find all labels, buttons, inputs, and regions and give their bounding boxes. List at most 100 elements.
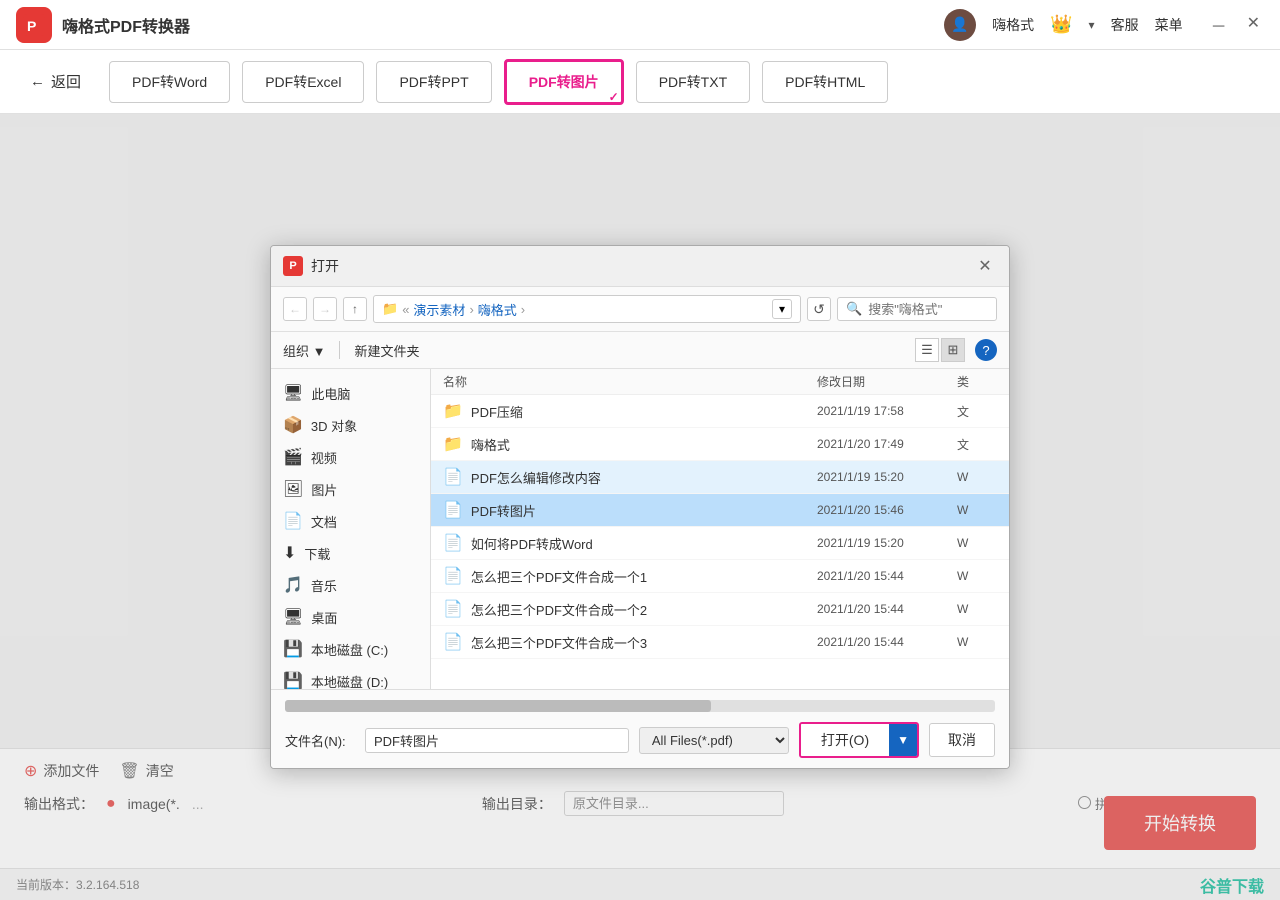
back-button[interactable]: ← 返回 [30,71,81,92]
file-item-pdf_image[interactable]: 📄 PDF转图片 2021/1/20 15:46 W [431,494,1009,527]
titlebar-right: 👤 嗨格式 👑 ▾ 客服 菜单 － ✕ [944,9,1264,41]
open-button-group: 打开(O) ▼ [799,722,919,758]
file-list-items: 📁 PDF压缩 2021/1/19 17:58 文 📁 嗨格式 2021/1/2… [431,395,1009,659]
open-dropdown-button[interactable]: ▼ [889,724,917,756]
file-dialog: P 打开 ✕ ← → ↑ 📁 « 演示素材 › 嗨格式 › ▾ [270,245,1010,769]
toolbar-separator [339,341,340,359]
folder-icon: 📁 [382,301,398,317]
sidebar-label-drive-d: 本地磁盘 (D:) [311,672,388,690]
close-button[interactable]: ✕ [1243,9,1264,41]
view-grid-button[interactable]: ⊞ [941,338,965,362]
sidebar-label-video: 视频 [311,448,337,467]
file-icon: 📄 [443,566,463,586]
minimize-button[interactable]: － [1207,9,1231,41]
crown-icon: 👑 [1050,14,1072,35]
sidebar-label-desktop: 桌面 [311,608,337,627]
file-type: W [957,569,997,583]
sidebar-label-document: 文档 [311,512,337,531]
file-item-pdf_edit[interactable]: 📄 PDF怎么编辑修改内容 2021/1/19 15:20 W [431,461,1009,494]
dialog-close-button[interactable]: ✕ [973,254,997,278]
file-name: 嗨格式 [471,435,817,454]
sidebar-item-document[interactable]: 📄 文档 [271,505,430,537]
tab-txt[interactable]: PDF转TXT [636,61,750,103]
file-date: 2021/1/20 15:46 [817,503,957,517]
music-icon: 🎵 [283,575,303,595]
file-name: 怎么把三个PDF文件合成一个2 [471,600,817,619]
cancel-button[interactable]: 取消 [929,723,995,757]
sidebar-item-drive-d[interactable]: 💾 本地磁盘 (D:) [271,665,430,689]
filetype-select[interactable]: All Files(*.pdf) [639,727,789,754]
file-item-merge1[interactable]: 📄 怎么把三个PDF文件合成一个1 2021/1/20 15:44 W [431,560,1009,593]
file-icon: 📄 [443,467,463,487]
filename-input[interactable] [365,728,629,753]
dropdown-arrow-icon[interactable]: ▾ [1089,18,1095,32]
breadcrumb-dropdown-button[interactable]: ▾ [772,299,792,319]
file-list-area: 名称 修改日期 类 📁 PDF压缩 2021/1/19 17:58 文 📁 嗨格… [431,369,1009,689]
dialog-footer: 文件名(N): All Files(*.pdf) 打开(O) ▼ 取消 [271,689,1009,768]
dialog-toolbar: 组织 ▼ 新建文件夹 ☰ ⊞ ? [271,332,1009,369]
tab-image[interactable]: PDF转图片 [504,59,624,105]
breadcrumb-part2[interactable]: 嗨格式 [478,300,517,319]
tab-ppt[interactable]: PDF转PPT [376,61,491,103]
organize-label: 组织 ▼ [283,341,325,360]
sidebar-item-computer[interactable]: 🖥 此电脑 [271,377,430,409]
sidebar-item-video[interactable]: 🎬 视频 [271,441,430,473]
dialog-overlay: P 打开 ✕ ← → ↑ 📁 « 演示素材 › 嗨格式 › ▾ [0,114,1280,900]
nav-up-button[interactable]: ↑ [343,297,367,321]
open-button[interactable]: 打开(O) [801,724,889,756]
view-list-button[interactable]: ☰ [915,338,939,362]
sidebar-item-3d[interactable]: 📦 3D 对象 [271,409,430,441]
file-type: W [957,503,997,517]
back-label: 返回 [51,71,81,92]
download-icon: ⬇ [283,543,296,563]
file-item-pdf_compress[interactable]: 📁 PDF压缩 2021/1/19 17:58 文 [431,395,1009,428]
sidebar-label-music: 音乐 [311,576,337,595]
sidebar-item-music[interactable]: 🎵 音乐 [271,569,430,601]
file-type: W [957,602,997,616]
document-icon: 📄 [283,511,303,531]
file-icon: 📄 [443,599,463,619]
file-item-merge3[interactable]: 📄 怎么把三个PDF文件合成一个3 2021/1/20 15:44 W [431,626,1009,659]
help-button[interactable]: ? [975,339,997,361]
file-type: W [957,536,997,550]
horizontal-scrollbar[interactable] [285,700,995,712]
nav-forward-button[interactable]: → [313,297,337,321]
nav-back-button[interactable]: ← [283,297,307,321]
sidebar-item-desktop[interactable]: 🖥 桌面 [271,601,430,633]
sidebar-item-picture[interactable]: 🖼 图片 [271,473,430,505]
file-date: 2021/1/20 17:49 [817,437,957,451]
file-date: 2021/1/20 15:44 [817,635,957,649]
nav-refresh-button[interactable]: ↺ [807,297,831,321]
file-list-header: 名称 修改日期 类 [431,369,1009,395]
file-dialog-sidebar: 🖥 此电脑 📦 3D 对象 🎬 视频 🖼 图片 [271,369,431,689]
organize-button[interactable]: 组织 ▼ [283,341,325,360]
file-icon: 📄 [443,533,463,553]
breadcrumb-sep2: › [521,302,525,317]
file-name: PDF转图片 [471,501,817,520]
video-icon: 🎬 [283,447,303,467]
menu-link[interactable]: 菜单 [1155,15,1183,35]
new-folder-label: 新建文件夹 [354,341,419,360]
file-item-haige[interactable]: 📁 嗨格式 2021/1/20 17:49 文 [431,428,1009,461]
view-buttons: ☰ ⊞ [915,338,965,362]
tab-word[interactable]: PDF转Word [109,61,230,103]
picture-icon: 🖼 [283,479,303,499]
dialog-logo: P [283,256,303,276]
file-type: 文 [957,403,997,420]
sidebar-item-drive-c[interactable]: 💾 本地磁盘 (C:) [271,633,430,665]
file-item-merge2[interactable]: 📄 怎么把三个PDF文件合成一个2 2021/1/20 15:44 W [431,593,1009,626]
file-item-pdf_word[interactable]: 📄 如何将PDF转成Word 2021/1/19 15:20 W [431,527,1009,560]
tab-html[interactable]: PDF转HTML [762,61,888,103]
col-header-type: 类 [957,373,997,390]
sidebar-item-download[interactable]: ⬇ 下载 [271,537,430,569]
scrollbar-thumb [285,700,711,712]
main-area: ⊕ 添加文件 🗑 清空 输出格式： ● image(*. ... 输出目录： 拼… [0,114,1280,900]
breadcrumb-root: « [402,302,409,317]
avatar: 👤 [944,9,976,41]
search-input[interactable] [868,302,968,317]
new-folder-button[interactable]: 新建文件夹 [354,341,419,360]
service-link[interactable]: 客服 [1111,15,1139,35]
tab-excel[interactable]: PDF转Excel [242,61,364,103]
breadcrumb-part1[interactable]: 演示素材 [413,300,465,319]
sidebar-label-download: 下载 [304,544,330,563]
